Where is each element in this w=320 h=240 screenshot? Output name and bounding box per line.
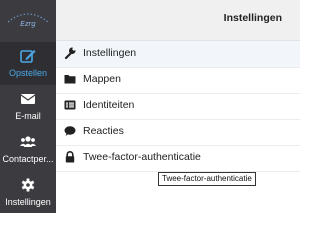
nav-opstellen[interactable]: Opstellen	[0, 42, 56, 85]
settings-item-mappen[interactable]: Mappen	[56, 67, 300, 94]
folder-icon	[64, 75, 76, 84]
nav-label: Opstellen	[8, 68, 48, 78]
id-card-icon	[64, 100, 76, 110]
app-logo[interactable]: Ezrg	[0, 0, 56, 40]
settings-item-instellingen[interactable]: Instellingen	[56, 41, 300, 68]
page-title: Instellingen	[223, 12, 282, 24]
nav-label: E-mail	[15, 111, 41, 121]
gear-icon	[21, 178, 35, 192]
settings-item-reacties[interactable]: Reacties	[56, 119, 300, 146]
svg-text:Ezrg: Ezrg	[20, 20, 36, 28]
page-header: Instellingen	[56, 0, 300, 41]
users-icon	[20, 136, 36, 147]
settings-item-identiteiten[interactable]: Identiteiten	[56, 93, 300, 120]
lock-icon	[65, 151, 75, 163]
nav-email[interactable]: E-mail	[0, 85, 56, 128]
nav-label: Instellingen	[5, 197, 51, 207]
settings-item-label: Instellingen	[83, 47, 137, 59]
settings-item-label: Twee-factor-authenticatie	[83, 151, 201, 163]
settings-item-label: Reacties	[83, 125, 124, 137]
settings-item-label: Identiteiten	[83, 99, 135, 111]
settings-item-twee-factor[interactable]: Twee-factor-authenticatie	[56, 145, 300, 172]
nav-label: Contactper...	[2, 154, 54, 164]
nav-contactpersonen[interactable]: Contactper...	[0, 128, 56, 171]
tooltip: Twee-factor-authenticatie	[158, 172, 256, 186]
compose-icon	[20, 50, 36, 63]
comment-icon	[64, 126, 76, 136]
envelope-icon	[20, 94, 36, 104]
settings-item-label: Mappen	[83, 73, 121, 85]
nav-instellingen[interactable]: Instellingen	[0, 171, 56, 214]
wrench-icon	[64, 47, 76, 59]
sidebar: Ezrg Opstellen E-mail Contactper... Inst…	[0, 0, 56, 213]
